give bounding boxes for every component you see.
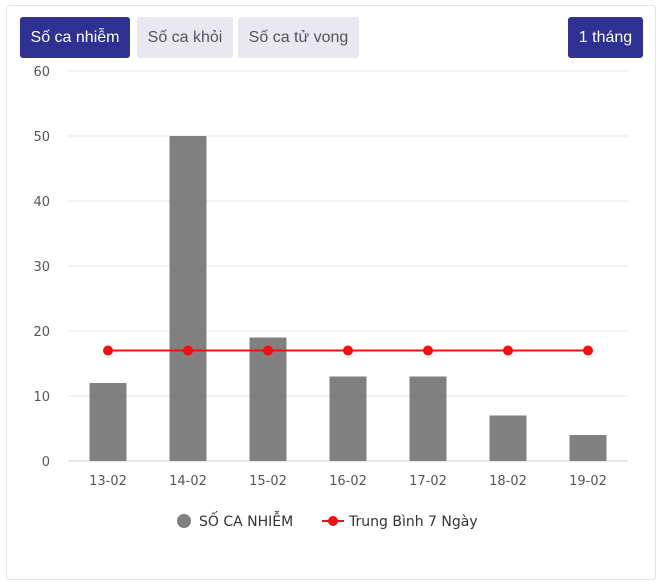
average-point <box>263 345 273 356</box>
legend-bar-marker-icon <box>177 514 191 528</box>
average-point <box>503 345 513 356</box>
bar <box>89 383 127 461</box>
bars <box>89 136 607 461</box>
bar <box>489 415 527 461</box>
bar <box>249 337 287 461</box>
y-axis-ticks: 0 10 20 30 40 50 60 <box>33 65 50 470</box>
y-tick-label: 60 <box>33 65 50 80</box>
y-tick-label: 40 <box>33 195 50 210</box>
legend: SỐ CA NHIỄM Trung Bình 7 Ngày <box>177 511 478 530</box>
x-tick-label: 15-02 <box>249 474 287 489</box>
chart-svg: 0102030405060 13-02 14-02 15-02 16-02 17-02 1… <box>33 65 628 530</box>
x-tick-label: 17-02 <box>409 474 447 489</box>
x-tick-label: 18-02 <box>489 474 527 489</box>
average-point <box>183 345 193 356</box>
bar <box>169 136 207 461</box>
legend-line-dot-icon <box>328 516 338 526</box>
y-tick-label: 30 <box>33 260 50 275</box>
bar <box>409 376 447 461</box>
average-point <box>103 345 113 356</box>
bar <box>569 435 607 461</box>
y-tick-label: 10 <box>33 390 50 405</box>
y-tick-label: 0 <box>42 455 50 470</box>
x-tick-label: 16-02 <box>329 474 367 489</box>
legend-label-7-day-average: Trung Bình 7 Ngày <box>348 514 478 530</box>
x-tick-label: 14-02 <box>169 474 207 489</box>
y-tick-label: 20 <box>33 325 50 340</box>
legend-label-cases: SỐ CA NHIỄM <box>199 511 293 530</box>
y-tick-label: 50 <box>33 130 50 145</box>
x-tick-label: 19-02 <box>569 474 607 489</box>
x-tick-label: 13-02 <box>89 474 127 489</box>
bar <box>329 376 367 461</box>
average-point <box>583 345 593 356</box>
average-point <box>423 345 433 356</box>
average-point <box>343 345 353 356</box>
x-axis-ticks: 13-02 14-02 15-02 16-02 17-02 18-02 19-02 <box>89 474 607 489</box>
